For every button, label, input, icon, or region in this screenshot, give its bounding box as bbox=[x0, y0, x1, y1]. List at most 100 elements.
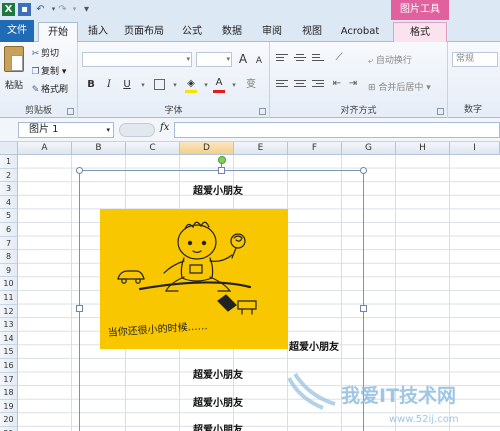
excel-logo-icon: X bbox=[2, 3, 15, 16]
clipboard-launcher-icon[interactable] bbox=[67, 108, 74, 115]
tab-file[interactable]: 文件 bbox=[0, 20, 34, 42]
alignment-group: ⟋ ⇤ ⇥ ⤶ 自动换行 ⊞ 合并后居中 ▾ 对齐方式 bbox=[270, 42, 448, 118]
column-header-d[interactable]: D bbox=[180, 142, 234, 155]
row-header-8[interactable]: 8 bbox=[0, 250, 18, 264]
merge-center-button[interactable]: ⊞ 合并后居中 ▾ bbox=[368, 80, 431, 93]
tab-formulas[interactable]: 公式 bbox=[174, 22, 210, 42]
increase-indent-icon[interactable]: ⇥ bbox=[346, 77, 360, 91]
column-header-h[interactable]: H bbox=[396, 142, 450, 155]
wrap-text-button[interactable]: ⤶ 自动换行 bbox=[368, 53, 412, 66]
align-top-icon[interactable] bbox=[276, 54, 288, 64]
row-header-3[interactable]: 3 bbox=[0, 182, 18, 196]
row-header-21[interactable]: 21 bbox=[0, 427, 18, 431]
formula-input[interactable] bbox=[174, 122, 500, 138]
rotation-handle[interactable] bbox=[218, 156, 226, 164]
number-format-combo[interactable]: 常规 bbox=[452, 52, 498, 67]
alignment-launcher-icon[interactable] bbox=[437, 108, 444, 115]
underline-dropdown-icon[interactable]: ▾ bbox=[136, 78, 150, 92]
undo-icon[interactable]: ↶ bbox=[34, 3, 47, 16]
font-size-combo[interactable]: ▾ bbox=[196, 52, 232, 67]
customize-qat-icon[interactable]: ▾ bbox=[80, 3, 93, 16]
tab-format[interactable]: 格式 bbox=[393, 22, 447, 42]
column-header-g[interactable]: G bbox=[342, 142, 396, 155]
insert-function-icon[interactable]: fx bbox=[160, 122, 169, 133]
borders-dropdown-icon[interactable]: ▾ bbox=[168, 78, 182, 92]
row-header-14[interactable]: 14 bbox=[0, 331, 18, 346]
column-header-b[interactable]: B bbox=[72, 142, 126, 155]
column-header-f[interactable]: F bbox=[288, 142, 342, 155]
column-header-a[interactable]: A bbox=[18, 142, 72, 155]
font-color-button[interactable]: A bbox=[212, 76, 226, 90]
save-icon[interactable]: ▪ bbox=[18, 3, 31, 16]
orientation-icon[interactable]: ⟋ bbox=[332, 51, 346, 65]
row-header-20[interactable]: 20 bbox=[0, 413, 18, 427]
align-center-icon[interactable] bbox=[294, 80, 306, 90]
align-middle-icon[interactable] bbox=[294, 54, 306, 64]
row-header-13[interactable]: 13 bbox=[0, 318, 18, 332]
tab-acrobat[interactable]: Acrobat bbox=[334, 22, 386, 42]
fill-color-swatch bbox=[185, 90, 197, 93]
select-all-corner[interactable] bbox=[0, 142, 18, 155]
borders-icon[interactable] bbox=[154, 79, 165, 90]
resize-handle-top-right[interactable] bbox=[360, 167, 367, 174]
tab-home[interactable]: 开始 bbox=[38, 22, 78, 43]
row-header-5[interactable]: 5 bbox=[0, 209, 18, 223]
format-painter-button[interactable]: ✎ 格式刷 bbox=[30, 83, 68, 97]
resize-handle-left[interactable] bbox=[76, 305, 83, 312]
underline-button[interactable]: U bbox=[120, 78, 134, 92]
chevron-down-icon: ▾ bbox=[106, 126, 110, 134]
row-header-4[interactable]: 4 bbox=[0, 195, 18, 210]
chevron-down-icon: ▾ bbox=[186, 55, 190, 63]
formula-bar-splitter[interactable] bbox=[119, 123, 155, 137]
grow-font-button[interactable]: A bbox=[236, 52, 250, 66]
row-header-15[interactable]: 15 bbox=[0, 345, 18, 359]
row-header-17[interactable]: 17 bbox=[0, 372, 18, 387]
resize-handle-right[interactable] bbox=[360, 305, 367, 312]
resize-handle-top[interactable] bbox=[218, 167, 225, 174]
row-header-1[interactable]: 1 bbox=[0, 155, 18, 169]
chevron-down-icon: ▾ bbox=[423, 83, 431, 93]
row-header-19[interactable]: 19 bbox=[0, 399, 18, 414]
cut-button[interactable]: ✂ 剪切 bbox=[30, 47, 59, 61]
tab-insert[interactable]: 插入 bbox=[80, 22, 116, 42]
resize-handle-top-left[interactable] bbox=[76, 167, 83, 174]
column-header-e[interactable]: E bbox=[234, 142, 288, 155]
font-launcher-icon[interactable] bbox=[259, 108, 266, 115]
quick-access-toolbar: X ▪ ↶ ▾ ↷ ▾ ▾ 图片工具 bbox=[0, 0, 500, 20]
row-header-7[interactable]: 7 bbox=[0, 236, 18, 251]
fill-dropdown-icon[interactable]: ▾ bbox=[199, 78, 213, 92]
tab-data[interactable]: 数据 bbox=[214, 22, 250, 42]
align-right-icon[interactable] bbox=[312, 80, 324, 90]
copy-button[interactable]: ❐复制 ▾ bbox=[30, 65, 66, 79]
row-header-9[interactable]: 9 bbox=[0, 263, 18, 278]
row-header-11[interactable]: 11 bbox=[0, 291, 18, 305]
shrink-font-button[interactable]: A bbox=[252, 54, 266, 68]
merge-icon: ⊞ bbox=[368, 83, 379, 93]
row-header-12[interactable]: 12 bbox=[0, 304, 18, 319]
tab-review[interactable]: 审阅 bbox=[254, 22, 290, 42]
wrap-text-label: 自动换行 bbox=[375, 56, 412, 66]
format-painter-label: 格式刷 bbox=[41, 85, 69, 95]
column-header-c[interactable]: C bbox=[126, 142, 180, 155]
tab-page-layout[interactable]: 页面布局 bbox=[118, 22, 170, 42]
tab-view[interactable]: 视图 bbox=[294, 22, 330, 42]
font-name-combo[interactable]: ▾ bbox=[82, 52, 192, 67]
paintbrush-icon: ✎ bbox=[31, 85, 40, 95]
fill-color-icon[interactable]: ◈ bbox=[184, 77, 198, 91]
bold-button[interactable]: B bbox=[84, 78, 98, 92]
row-header-18[interactable]: 18 bbox=[0, 386, 18, 400]
row-header-2[interactable]: 2 bbox=[0, 168, 18, 183]
font-color-dropdown-icon[interactable]: ▾ bbox=[227, 78, 241, 92]
italic-button[interactable]: I bbox=[102, 78, 116, 92]
align-bottom-icon[interactable] bbox=[312, 54, 324, 64]
row-header-16[interactable]: 16 bbox=[0, 359, 18, 373]
column-header-i[interactable]: I bbox=[450, 142, 500, 155]
font-color-swatch bbox=[213, 90, 225, 93]
row-header-6[interactable]: 6 bbox=[0, 223, 18, 237]
row-header-10[interactable]: 10 bbox=[0, 277, 18, 291]
paste-button[interactable]: 粘贴 bbox=[2, 46, 26, 96]
phonetic-button[interactable]: 变 bbox=[244, 78, 258, 92]
align-left-icon[interactable] bbox=[276, 80, 288, 90]
name-box[interactable]: 图片 1 ▾ bbox=[18, 122, 114, 138]
decrease-indent-icon[interactable]: ⇤ bbox=[330, 77, 344, 91]
